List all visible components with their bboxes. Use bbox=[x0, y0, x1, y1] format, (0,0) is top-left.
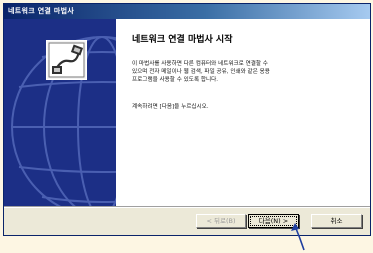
back-button[interactable]: < 뒤로(B) bbox=[196, 214, 246, 228]
wizard-instruction: 계속하려면 [다음]을 누르십시오. bbox=[132, 104, 209, 110]
arrow-pointer-icon bbox=[291, 223, 305, 251]
wizard-content: 네트워크 연결 마법사 시작 이 마법사를 사용하면 다른 컴퓨터와 네트워크로… bbox=[116, 19, 370, 206]
wizard-logo bbox=[46, 40, 87, 80]
wizard-description: 이 마법사를 사용하면 다른 컴퓨터와 네트워크로 연결할 수 있으며 전자 메… bbox=[132, 61, 270, 83]
wizard-heading: 네트워크 연결 마법사 시작 bbox=[132, 35, 233, 45]
wizard-window: 네트워크 연결 마법사 네트워크 연결 마법사 시작 이 마법사를 사용하면 다… bbox=[3, 3, 371, 236]
window-title: 네트워크 연결 마법사 bbox=[8, 7, 75, 15]
title-bar[interactable]: 네트워크 연결 마법사 bbox=[4, 4, 370, 19]
footer-divider bbox=[4, 206, 370, 208]
wizard-banner bbox=[4, 19, 116, 206]
network-cable-icon bbox=[48, 42, 85, 78]
cancel-button[interactable]: 취소 bbox=[311, 214, 362, 228]
